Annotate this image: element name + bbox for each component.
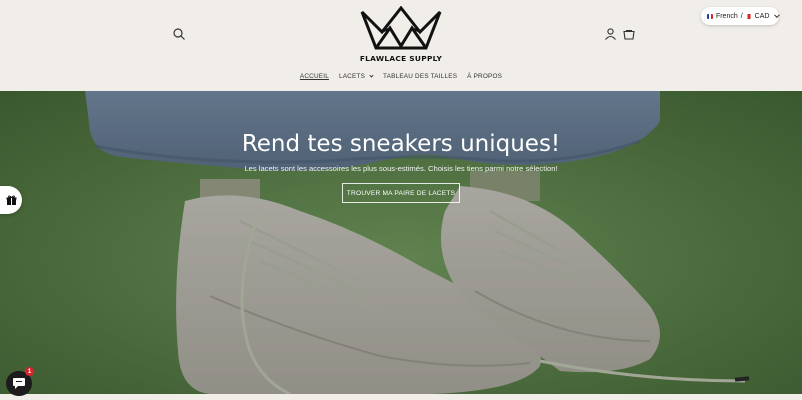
chevron-down-icon [774,12,780,18]
currency-label: CAD [754,12,770,20]
gift-icon [6,194,16,205]
chat-notification-badge: 1 [25,367,34,376]
account-icon[interactable] [604,27,617,41]
hero-banner: Rend tes sneakers uniques! Les lacets so… [0,91,802,394]
locale-separator: / [740,12,743,20]
france-flag-icon [707,13,713,19]
hero-title: Rend tes sneakers uniques! [241,131,561,157]
chat-icon [13,378,25,389]
locale-selector[interactable]: French / CAD [701,7,780,25]
cart-icon[interactable] [622,27,636,41]
crown-logo-icon [360,6,442,50]
main-nav: ACCUEIL LACETS TABLEAU DES TAILLES À PRO… [0,73,802,80]
nav-item-tableau-des-tailles[interactable]: TABLEAU DES TAILLES [378,73,462,80]
page-bottom-strip [0,394,802,400]
nav-item-a-propos[interactable]: À PROPOS [462,73,507,80]
site-header: FLAWLACE SUPPLY French / CAD ACCUEIL LAC… [0,0,802,91]
language-label: French [715,12,738,20]
chevron-down-icon [369,73,374,78]
brand-name: FLAWLACE SUPPLY [359,54,443,63]
hero-subtitle: Les lacets sont les accessoires les plus… [244,164,558,173]
brand-logo[interactable]: FLAWLACE SUPPLY [346,6,456,64]
canada-flag-icon [745,13,752,19]
nav-item-accueil[interactable]: ACCUEIL [295,73,334,80]
nav-item-lacets-label: LACETS [338,73,366,80]
search-icon[interactable] [172,27,186,41]
nav-item-lacets[interactable]: LACETS [334,73,378,80]
find-laces-button[interactable]: TROUVER MA PAIRE DE LACETS [342,183,460,203]
